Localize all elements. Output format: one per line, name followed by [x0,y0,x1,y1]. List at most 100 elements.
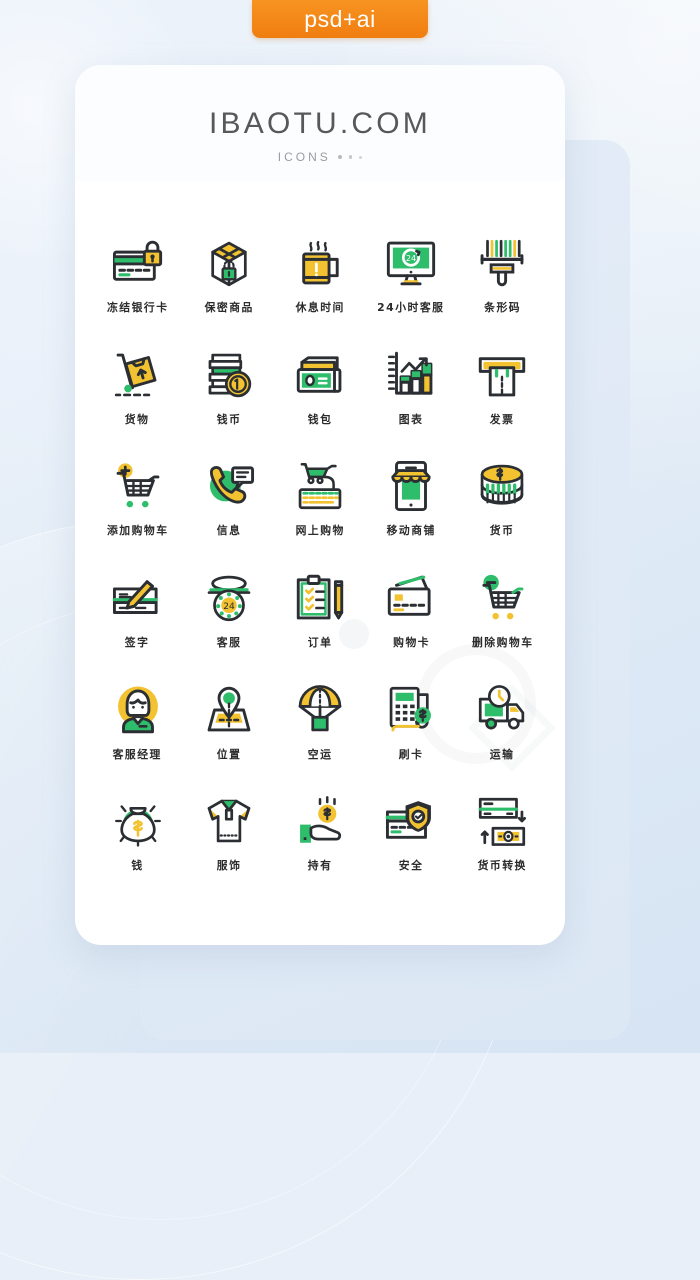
icon-cell-online-shopping[interactable]: 网上购物 [274,457,365,569]
icon-label: 位置 [216,747,242,761]
icon-label: 添加购物车 [106,523,169,537]
svg-text:24: 24 [406,253,416,263]
phone-message-icon [199,457,259,515]
barcode-scanner-icon [472,234,532,292]
icon-label: 货物 [125,412,150,426]
location-map-pin-icon [199,681,259,739]
subtitle-dot-1 [337,155,342,159]
icon-grid: 冻结银行卡 保密商品 休息时间 24 24小时客服 条形码 货物 钱币 钱包 图… [86,182,554,934]
remove-from-cart-icon [472,569,532,627]
customer-service-rotary-phone-icon: 24 [199,569,259,627]
icon-label: 网上购物 [295,523,345,537]
icon-label: 持有 [307,858,333,872]
icon-label: 钱包 [307,412,333,426]
currency-coins-dollar-icon [472,457,532,515]
clothing-polo-shirt-icon [199,792,259,850]
icon-label: 客服经理 [112,747,163,761]
transport-delivery-truck-icon [472,681,532,739]
icon-cell-coins[interactable]: 钱币 [183,346,274,458]
icon-cell-money-bag[interactable]: 钱 [92,792,183,904]
icon-label: 休息时间 [295,300,345,314]
icon-cell-message[interactable]: 信息 [183,457,274,569]
icon-label: 发票 [490,412,515,426]
shopping-card-icon [381,569,441,627]
icon-label: 删除购物车 [471,635,534,649]
coins-stack-icon [199,346,259,404]
icon-cell-barcode-scanner[interactable]: 条形码 [457,234,548,346]
icon-label: 移动商铺 [386,523,436,537]
icon-cell-add-to-cart[interactable]: 添加购物车 [92,457,183,569]
rest-time-mug-icon [290,234,350,292]
add-to-cart-icon [108,457,168,515]
icon-label: 购物卡 [392,635,430,649]
confidential-package-icon [199,234,259,292]
icon-cell-remove-from-cart[interactable]: 删除购物车 [457,569,548,681]
mobile-shop-icon [381,457,441,515]
subtitle-dot-3 [359,155,363,159]
icon-cell-mobile-shop[interactable]: 移动商铺 [366,457,457,569]
icon-label: 货币转换 [477,858,528,872]
icon-cell-transport[interactable]: 运输 [457,681,548,793]
currency-exchange-icon [472,792,532,850]
icon-label: 服饰 [216,858,242,872]
online-shopping-keyboard-icon [290,457,350,515]
icon-label: 安全 [398,858,424,872]
icon-label: 订单 [307,635,333,649]
24h-customer-service-monitor-icon: 24 [381,234,441,292]
icon-label: 客服 [216,635,242,649]
order-clipboard-pencil-icon [290,569,350,627]
icon-cell-invoice[interactable]: 发票 [457,346,548,458]
icon-label: 运输 [490,747,515,761]
icon-cell-rest-time-mug[interactable]: 休息时间 [274,234,365,346]
psd-ai-badge: psd+ai [252,0,428,38]
money-bag-icon [108,792,168,850]
icon-label: 签字 [125,635,150,649]
icon-cell-clothing[interactable]: 服饰 [183,792,274,904]
invoice-receipt-printer-icon [472,346,532,404]
icon-cell-customer-service[interactable]: 24 客服 [183,569,274,681]
icon-cell-confidential-package[interactable]: 保密商品 [183,234,274,346]
icon-cell-frozen-bank-card[interactable]: 冻结银行卡 [92,234,183,346]
icon-cell-currency[interactable]: 货币 [457,457,548,569]
icon-label: 信息 [216,523,242,537]
icon-panel: 冻结银行卡 保密商品 休息时间 24 24小时客服 条形码 货物 钱币 钱包 图… [86,182,556,934]
icon-label: 图表 [398,412,424,426]
service-manager-avatar-icon [108,681,168,739]
icon-cell-security[interactable]: 安全 [366,792,457,904]
icon-label: 钱 [131,858,144,872]
icon-cell-location[interactable]: 位置 [183,681,274,793]
icon-cell-service-manager[interactable]: 客服经理 [92,681,183,793]
goods-hand-truck-icon [108,346,168,404]
icon-cell-wallet[interactable]: 钱包 [274,346,365,458]
icon-cell-goods[interactable]: 货物 [92,346,183,458]
icon-cell-24h-service[interactable]: 24 24小时客服 [366,234,457,346]
icon-cell-air-freight[interactable]: 空运 [274,681,365,793]
icon-cell-hold[interactable]: 持有 [274,792,365,904]
icon-cell-bar-chart[interactable]: 图表 [366,346,457,458]
icon-cell-currency-exchange[interactable]: 货币转换 [457,792,548,904]
page-subtitle: ICONS [277,150,331,164]
icon-label: 24小时客服 [377,300,445,314]
bar-chart-growth-icon [381,346,441,404]
card-swipe-pos-icon [381,681,441,739]
icon-cell-signature[interactable]: 签字 [92,569,183,681]
hold-hand-coin-icon [290,792,350,850]
page-title: IBAOTU.COM [208,107,431,140]
security-card-shield-icon [381,792,441,850]
icon-set-card: IBAOTU.COM ICONS 冻结银行卡 保密商品 休息时间 24 24小时… [75,65,565,945]
icon-cell-shopping-card[interactable]: 购物卡 [366,569,457,681]
icon-label: 保密商品 [204,300,254,314]
icon-label: 空运 [307,747,333,761]
icon-label: 钱币 [216,412,242,426]
icon-label: 刷卡 [398,747,424,761]
frozen-bank-card-icon [108,234,168,292]
card-header: IBAOTU.COM ICONS [75,65,565,182]
signature-cheque-pen-icon [108,569,168,627]
subtitle-dot-2 [348,155,353,159]
subtitle-row: ICONS [278,150,363,164]
svg-text:24: 24 [223,602,235,612]
icon-label: 冻结银行卡 [106,300,169,314]
icon-cell-card-swipe[interactable]: 刷卡 [366,681,457,793]
icon-cell-order[interactable]: 订单 [274,569,365,681]
icon-label: 条形码 [483,300,521,314]
